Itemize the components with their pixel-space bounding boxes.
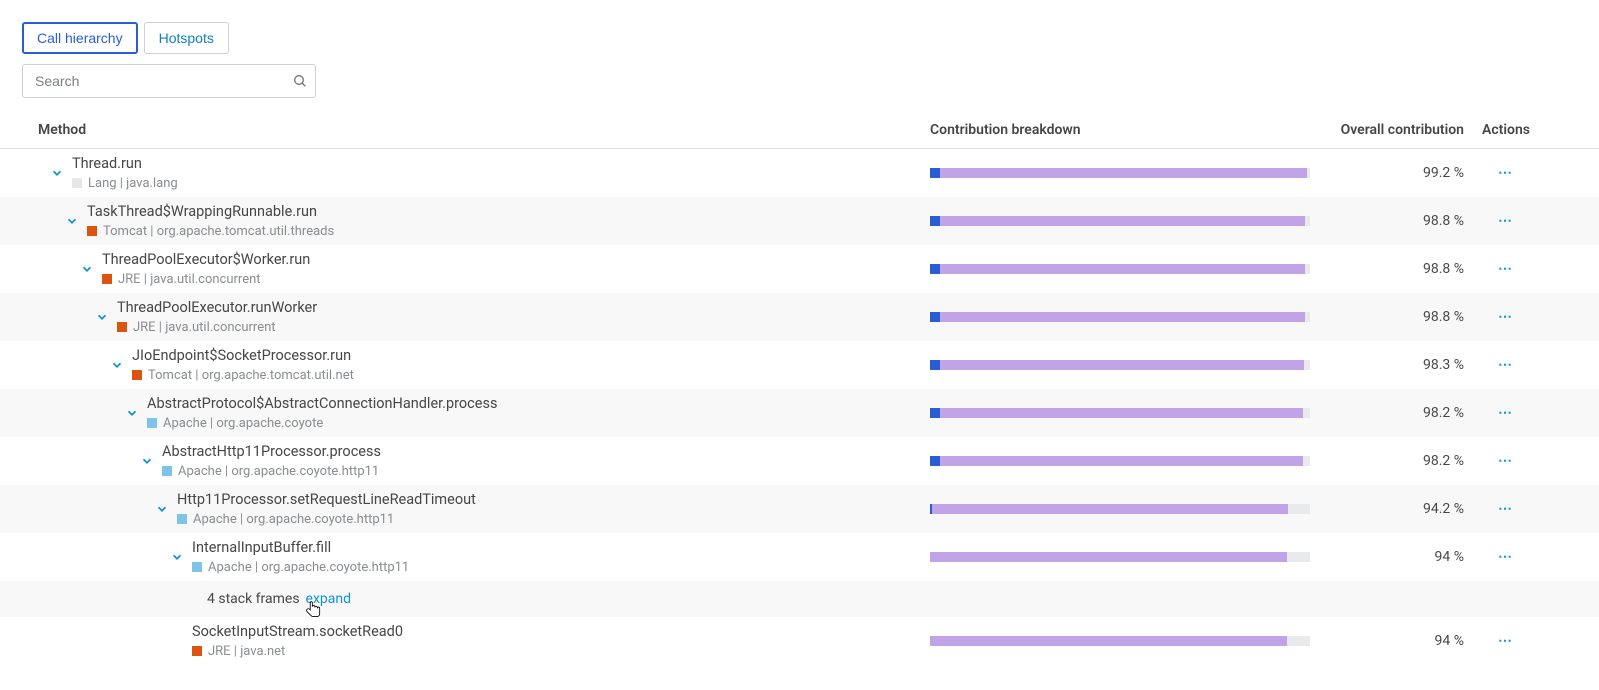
- row-actions-button[interactable]: ⋯: [1470, 261, 1542, 277]
- contribution-bar: [930, 456, 1310, 466]
- library-swatch: [177, 514, 187, 524]
- method-name[interactable]: TaskThread$WrappingRunnable.run: [87, 203, 334, 222]
- expand-toggle[interactable]: [93, 310, 111, 324]
- search-input[interactable]: [22, 64, 316, 98]
- expand-toggle[interactable]: [138, 454, 156, 468]
- method-subtitle: Tomcat | org.apache.tomcat.util.net: [132, 368, 354, 383]
- table-header: Method Contribution breakdown Overall co…: [0, 112, 1599, 149]
- table-row: ThreadPoolExecutor$Worker.run JRE | java.…: [0, 245, 1599, 293]
- row-actions-button[interactable]: ⋯: [1470, 213, 1542, 229]
- row-actions-button[interactable]: ⋯: [1470, 165, 1542, 181]
- overall-contribution: 98.8 %: [1330, 309, 1470, 325]
- overall-contribution: 94 %: [1330, 633, 1470, 649]
- expand-link[interactable]: expand: [306, 591, 351, 607]
- collapsed-frames-row: 4 stack frames expand: [0, 581, 1599, 617]
- expand-toggle[interactable]: [168, 550, 186, 564]
- overall-contribution: 98.8 %: [1330, 213, 1470, 229]
- overall-contribution: 94 %: [1330, 549, 1470, 565]
- library-swatch: [162, 466, 172, 476]
- header-overall: Overall contribution: [1330, 122, 1470, 138]
- header-actions: Actions: [1470, 122, 1542, 138]
- row-actions-button[interactable]: ⋯: [1470, 633, 1542, 649]
- table-row: SocketInputStream.socketRead0 JRE | java.…: [0, 617, 1599, 665]
- library-swatch: [132, 370, 142, 380]
- library-swatch: [192, 562, 202, 572]
- method-subtitle: Apache | org.apache.coyote.http11: [192, 560, 409, 575]
- table-row: Thread.run Lang | java.lang 99.2 %⋯: [0, 149, 1599, 197]
- overall-contribution: 94.2 %: [1330, 501, 1470, 517]
- contribution-bar: [930, 408, 1310, 418]
- search-icon: [292, 73, 308, 89]
- library-swatch: [147, 418, 157, 428]
- method-subtitle: Lang | java.lang: [72, 176, 178, 191]
- table-row: Http11Processor.setRequestLineReadTimeou…: [0, 485, 1599, 533]
- method-subtitle: Apache | org.apache.coyote: [147, 416, 497, 431]
- method-subtitle: JRE | java.util.concurrent: [102, 272, 310, 287]
- row-actions-button[interactable]: ⋯: [1470, 309, 1542, 325]
- tab-hotspots[interactable]: Hotspots: [144, 22, 229, 54]
- method-subtitle: JRE | java.util.concurrent: [117, 320, 317, 335]
- contribution-bar: [930, 552, 1310, 562]
- expand-toggle[interactable]: [63, 214, 81, 228]
- contribution-bar: [930, 168, 1310, 178]
- tab-call-hierarchy[interactable]: Call hierarchy: [22, 22, 138, 54]
- method-name[interactable]: SocketInputStream.socketRead0: [192, 623, 403, 642]
- table-row: TaskThread$WrappingRunnable.run Tomcat | …: [0, 197, 1599, 245]
- library-swatch: [87, 226, 97, 236]
- library-swatch: [192, 646, 202, 656]
- table-row: AbstractProtocol$AbstractConnectionHandl…: [0, 389, 1599, 437]
- row-actions-button[interactable]: ⋯: [1470, 405, 1542, 421]
- method-subtitle: JRE | java.net: [192, 644, 403, 659]
- method-name[interactable]: InternalInputBuffer.fill: [192, 539, 409, 558]
- expand-toggle[interactable]: [108, 358, 126, 372]
- table-row: JIoEndpoint$SocketProcessor.run Tomcat | …: [0, 341, 1599, 389]
- expand-toggle[interactable]: [153, 502, 171, 516]
- row-actions-button[interactable]: ⋯: [1470, 549, 1542, 565]
- contribution-bar: [930, 264, 1310, 274]
- overall-contribution: 98.3 %: [1330, 357, 1470, 373]
- table-row: AbstractHttp11Processor.process Apache | …: [0, 437, 1599, 485]
- method-subtitle: Apache | org.apache.coyote.http11: [162, 464, 381, 479]
- overall-contribution: 99.2 %: [1330, 165, 1470, 181]
- row-actions-button[interactable]: ⋯: [1470, 453, 1542, 469]
- method-name[interactable]: Http11Processor.setRequestLineReadTimeou…: [177, 491, 476, 510]
- expand-toggle[interactable]: [48, 166, 66, 180]
- method-subtitle: Tomcat | org.apache.tomcat.util.threads: [87, 224, 334, 239]
- library-swatch: [117, 322, 127, 332]
- method-name[interactable]: Thread.run: [72, 155, 178, 174]
- method-name[interactable]: ThreadPoolExecutor$Worker.run: [102, 251, 310, 270]
- tab-bar: Call hierarchy Hotspots: [0, 10, 1599, 64]
- method-subtitle: Apache | org.apache.coyote.http11: [177, 512, 476, 527]
- overall-contribution: 98.2 %: [1330, 453, 1470, 469]
- row-actions-button[interactable]: ⋯: [1470, 501, 1542, 517]
- overall-contribution: 98.2 %: [1330, 405, 1470, 421]
- contribution-bar: [930, 216, 1310, 226]
- search-box: [22, 64, 316, 98]
- library-swatch: [72, 178, 82, 188]
- header-method: Method: [22, 122, 930, 138]
- frames-count: 4 stack frames: [207, 591, 300, 607]
- row-actions-button[interactable]: ⋯: [1470, 357, 1542, 373]
- method-name[interactable]: AbstractHttp11Processor.process: [162, 443, 381, 462]
- method-name[interactable]: AbstractProtocol$AbstractConnectionHandl…: [147, 395, 497, 414]
- library-swatch: [102, 274, 112, 284]
- table-row: ThreadPoolExecutor.runWorker JRE | java.u…: [0, 293, 1599, 341]
- contribution-bar: [930, 312, 1310, 322]
- expand-toggle[interactable]: [78, 262, 96, 276]
- method-name[interactable]: JIoEndpoint$SocketProcessor.run: [132, 347, 354, 366]
- expand-toggle[interactable]: [123, 406, 141, 420]
- contribution-bar: [930, 360, 1310, 370]
- header-breakdown: Contribution breakdown: [930, 122, 1330, 138]
- overall-contribution: 98.8 %: [1330, 261, 1470, 277]
- method-name[interactable]: ThreadPoolExecutor.runWorker: [117, 299, 317, 318]
- contribution-bar: [930, 504, 1310, 514]
- contribution-bar: [930, 636, 1310, 646]
- table-row: InternalInputBuffer.fill Apache | org.apa…: [0, 533, 1599, 581]
